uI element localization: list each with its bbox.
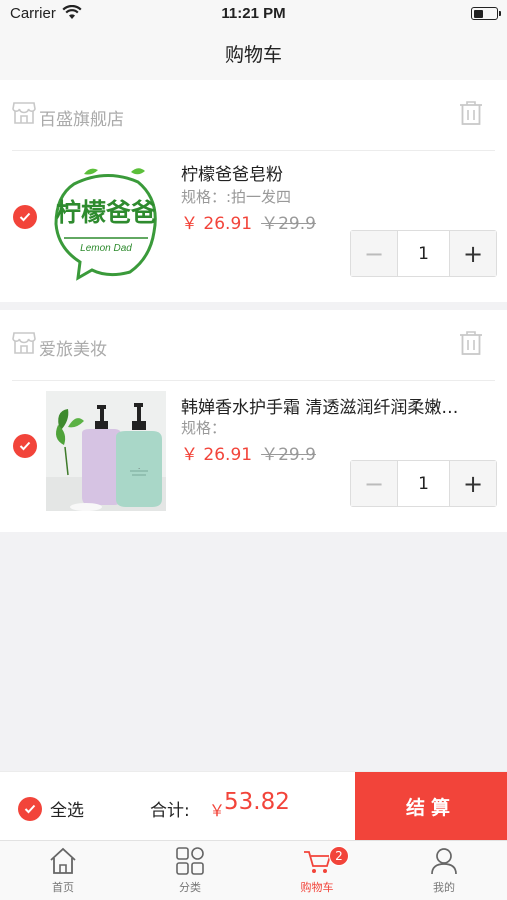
quantity-value[interactable]: 1 <box>398 461 449 506</box>
store-card: 爱旅美妆 · 韩婵香水护手霜 清透滋润纤润柔嫩… 规格： ￥ 26.91 ￥29… <box>0 310 507 532</box>
tab-bar: 首页 分类 购物车 我的 2 <box>0 840 507 900</box>
increase-button[interactable]: + <box>449 461 496 506</box>
battery-fill <box>473 9 483 18</box>
quantity-stepper: − 1 + <box>350 230 497 277</box>
home-icon <box>0 847 126 875</box>
item-select-checkbox[interactable] <box>13 205 37 229</box>
tab-label: 分类 <box>179 881 201 894</box>
price-row: ￥ 26.91 ￥29.9 <box>181 209 316 234</box>
product-thumbnail[interactable]: · <box>46 391 166 511</box>
decrease-button[interactable]: − <box>351 231 398 276</box>
category-icon <box>127 847 253 875</box>
svg-text:·: · <box>138 465 140 473</box>
product-spec: 规格： <box>181 419 227 437</box>
checkout-button[interactable]: 结算 <box>355 772 507 841</box>
store-name: 爱旅美妆 <box>39 340 107 360</box>
tab-label: 首页 <box>52 881 74 894</box>
divider <box>12 380 495 381</box>
product-title[interactable]: 柠檬爸爸皂粉 <box>181 160 486 185</box>
svg-text:柠檬爸爸: 柠檬爸爸 <box>56 198 156 227</box>
tab-home[interactable]: 首页 <box>0 841 126 900</box>
total-label: 合计: <box>150 801 190 821</box>
increase-button[interactable]: + <box>449 231 496 276</box>
cart-icon <box>254 847 380 875</box>
product-spec: 规格：:拍一发四 <box>181 188 292 206</box>
store-icon <box>12 332 36 358</box>
price-row: ￥ 26.91 ￥29.9 <box>181 440 316 465</box>
check-icon <box>19 441 31 451</box>
product-price: ￥ 26.91 <box>181 214 253 234</box>
hand-cream-image: · <box>46 391 166 511</box>
cart-badge: 2 <box>329 846 349 866</box>
item-select-checkbox[interactable] <box>13 434 37 458</box>
nav-bar: 购物车 <box>0 28 507 80</box>
decrease-button[interactable]: − <box>351 461 398 506</box>
select-all-checkbox[interactable] <box>18 797 42 821</box>
check-icon <box>24 804 36 814</box>
store-header[interactable]: 百盛旗舰店 <box>0 80 507 150</box>
check-icon <box>19 212 31 222</box>
status-bar: Carrier 11:21 PM <box>0 0 507 28</box>
tab-profile[interactable]: 我的 <box>381 841 507 900</box>
original-price: ￥29.9 <box>261 445 316 465</box>
total-amount: 53.82 <box>224 789 290 815</box>
store-card: 百盛旗舰店 柠檬爸爸 Lemon Dad 柠檬爸爸皂粉 规格：:拍一发四 ￥ 2… <box>0 80 507 302</box>
store-icon <box>12 102 36 128</box>
quantity-stepper: − 1 + <box>350 460 497 507</box>
svg-text:Lemon Dad: Lemon Dad <box>80 243 132 254</box>
status-time: 11:21 PM <box>221 5 286 22</box>
product-title[interactable]: 韩婵香水护手霜 清透滋润纤润柔嫩… <box>181 393 486 418</box>
trash-icon[interactable] <box>459 330 483 360</box>
battery-icon <box>471 7 501 20</box>
original-price: ￥29.9 <box>261 214 316 234</box>
tab-label: 购物车 <box>300 881 334 894</box>
page-title: 购物车 <box>224 44 282 66</box>
trash-icon[interactable] <box>459 100 483 130</box>
profile-icon <box>381 847 507 875</box>
store-name: 百盛旗舰店 <box>39 110 124 130</box>
total-currency: ￥ <box>209 801 226 820</box>
tab-category[interactable]: 分类 <box>127 841 253 900</box>
lemon-dad-logo: 柠檬爸爸 Lemon Dad <box>54 168 157 281</box>
quantity-value[interactable]: 1 <box>398 231 449 276</box>
tab-cart[interactable]: 购物车 <box>254 841 380 900</box>
divider <box>12 150 495 151</box>
select-all-label[interactable]: 全选 <box>50 796 84 821</box>
tab-label: 我的 <box>433 881 455 894</box>
checkout-bar: 全选 合计: ￥ 53.82 结算 <box>0 771 507 841</box>
product-price: ￥ 26.91 <box>181 445 253 465</box>
product-thumbnail[interactable]: 柠檬爸爸 Lemon Dad <box>46 166 166 286</box>
store-header[interactable]: 爱旅美妆 <box>0 310 507 380</box>
